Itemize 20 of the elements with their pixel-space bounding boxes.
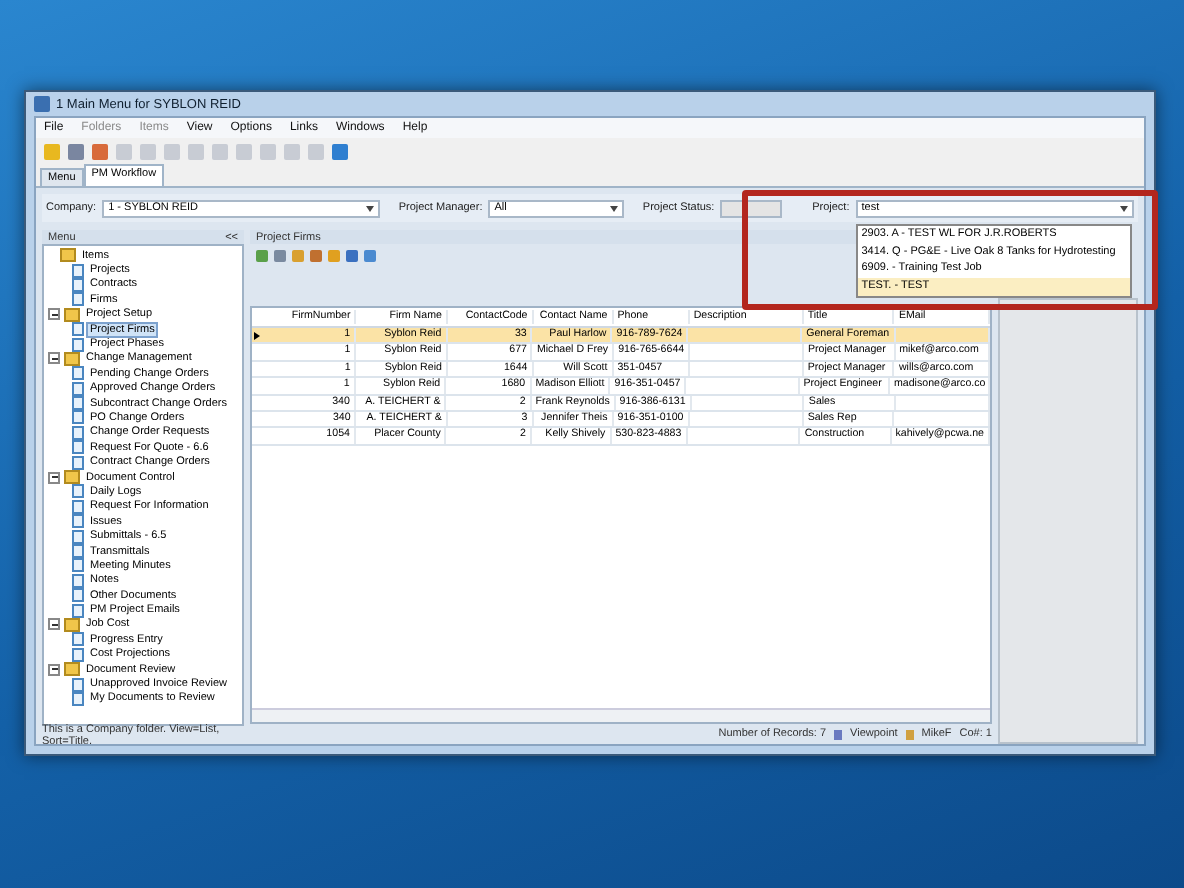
collapse-icon[interactable] bbox=[48, 308, 60, 321]
caret-icon bbox=[610, 205, 619, 211]
collapse-icon[interactable] bbox=[48, 352, 60, 365]
horizontal-scrollbar[interactable] bbox=[252, 708, 990, 722]
folder-icon bbox=[64, 307, 80, 322]
folder-icon bbox=[64, 470, 80, 485]
caret-icon bbox=[366, 205, 375, 211]
app-icon bbox=[34, 96, 50, 112]
collapse-icon[interactable] bbox=[48, 663, 60, 676]
folder-icon bbox=[60, 248, 76, 263]
folder-icon bbox=[64, 617, 80, 632]
row-pointer-icon bbox=[253, 331, 260, 340]
collapse-icon[interactable] bbox=[48, 471, 60, 484]
collapse-icon[interactable] bbox=[48, 618, 60, 631]
user-icon bbox=[905, 729, 914, 739]
project-status-dropdown[interactable] bbox=[720, 199, 783, 217]
database-icon bbox=[834, 729, 843, 739]
folder-icon bbox=[64, 662, 80, 677]
folder-icon bbox=[64, 351, 80, 366]
caret-icon bbox=[1120, 205, 1128, 211]
